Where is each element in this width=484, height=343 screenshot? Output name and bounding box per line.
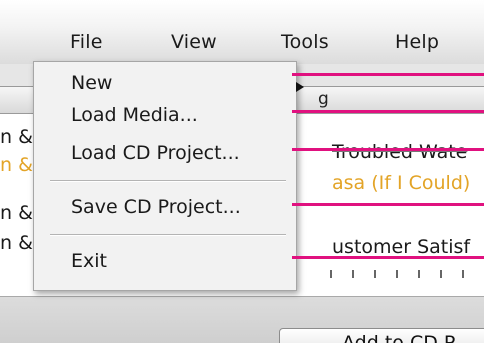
menu-file[interactable]: File [70,31,103,53]
add-to-cd-button[interactable]: Add to CD P [279,328,484,343]
track-artist[interactable]: n & [0,126,33,148]
annotation-line [292,110,484,113]
track-artist[interactable]: n & [0,154,33,176]
annotation-line [292,73,484,76]
menu-item-save-cd-project[interactable]: Save CD Project... [71,196,241,218]
column-header-label: g [318,89,329,109]
file-menu-dropdown: New Load Media... Load CD Project... Sav… [33,61,304,291]
annotation-line [292,203,484,206]
menu-view[interactable]: View [171,31,217,53]
track-artist[interactable]: n & [0,202,33,224]
menu-item-exit[interactable]: Exit [71,250,107,272]
annotation-line [292,256,484,259]
menu-separator [50,234,286,236]
menu-item-load-cd-project[interactable]: Load CD Project... [71,142,240,164]
menu-help[interactable]: Help [395,31,439,53]
menu-separator [50,180,286,182]
menu-tools[interactable]: Tools [281,31,329,53]
menu-item-new[interactable]: New [71,72,112,94]
list-divider [330,270,484,278]
track-title[interactable]: ustomer Satisf [332,236,470,258]
menu-bar: File View Tools Help [0,28,484,60]
annotation-line [292,148,484,151]
menu-item-load-media[interactable]: Load Media... [71,104,198,126]
track-artist[interactable]: n & [0,232,33,254]
track-title[interactable]: Troubled Wate [332,141,467,163]
track-title[interactable]: asa (If I Could) [332,172,470,194]
submenu-arrow-icon [296,82,304,92]
